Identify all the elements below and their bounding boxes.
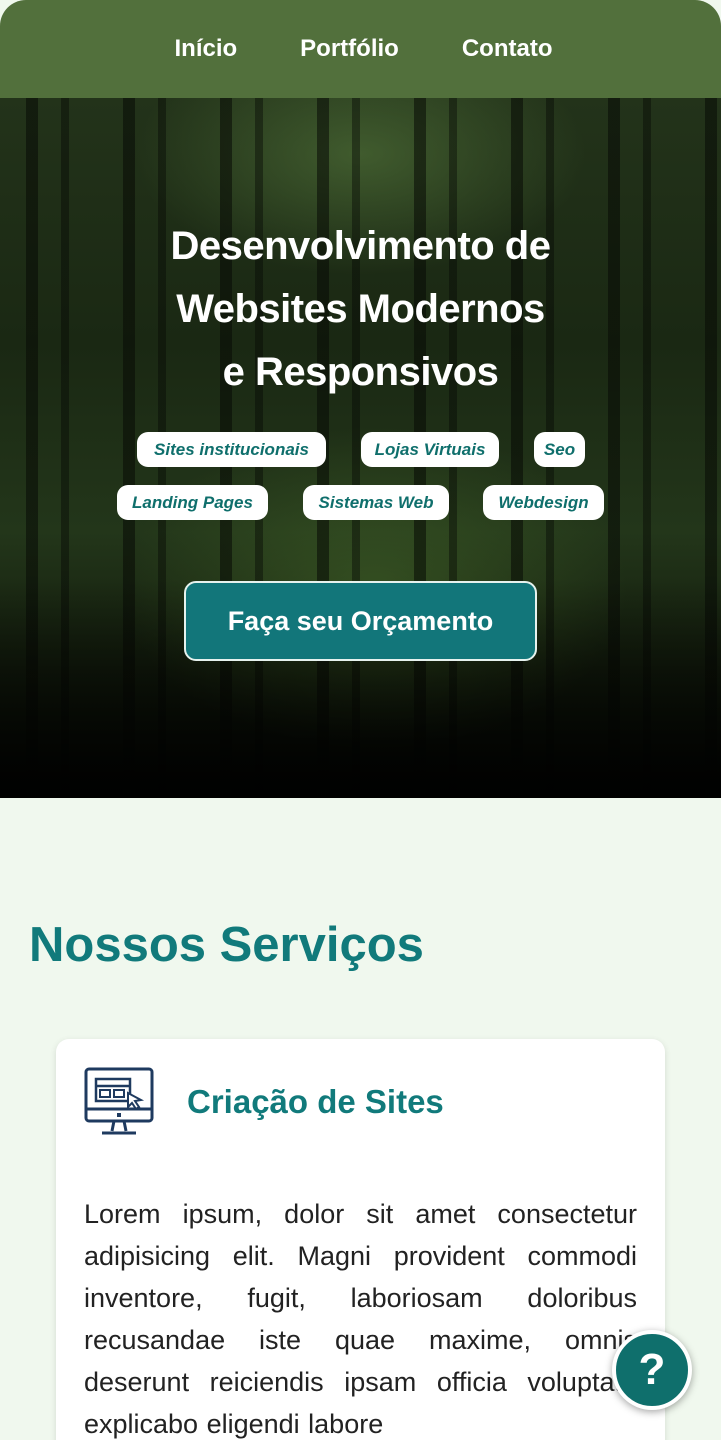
top-navbar: Início Portfólio Contato	[0, 0, 721, 98]
tag-webdesign: Webdesign	[483, 485, 604, 520]
hero-section: Desenvolvimento de Websites Modernos e R…	[0, 98, 721, 798]
nav-link-inicio[interactable]: Início	[175, 35, 238, 63]
request-quote-button[interactable]: Faça seu Orçamento	[184, 581, 537, 661]
nav-link-contato[interactable]: Contato	[462, 35, 553, 63]
tag-landing-pages: Landing Pages	[117, 485, 268, 520]
hero-title: Desenvolvimento de Websites Modernos e R…	[100, 215, 621, 404]
hero-title-line-1: Desenvolvimento de	[170, 224, 551, 268]
tag-sites-institucionais: Sites institucionais	[137, 432, 326, 467]
tag-sistemas-web: Sistemas Web	[303, 485, 449, 520]
help-button[interactable]: ?	[612, 1330, 692, 1410]
question-mark-icon: ?	[638, 1345, 666, 1394]
website-monitor-icon	[84, 1067, 154, 1137]
nav-link-portfolio[interactable]: Portfólio	[300, 35, 399, 63]
service-card-description: Lorem ipsum, dolor sit amet consectetur …	[84, 1199, 637, 1439]
service-card-title: Criação de Sites	[187, 1083, 444, 1120]
service-card-criacao-de-sites: Criação de Sites Lorem ipsum, dolor sit …	[56, 1039, 665, 1440]
tag-lojas-virtuais: Lojas Virtuais	[361, 432, 499, 467]
hero-title-line-2: Websites Modernos	[176, 287, 545, 331]
services-section-title: Nossos Serviços	[29, 918, 424, 972]
tag-seo: Seo	[534, 432, 585, 467]
hero-title-line-3: e Responsivos	[222, 350, 499, 394]
